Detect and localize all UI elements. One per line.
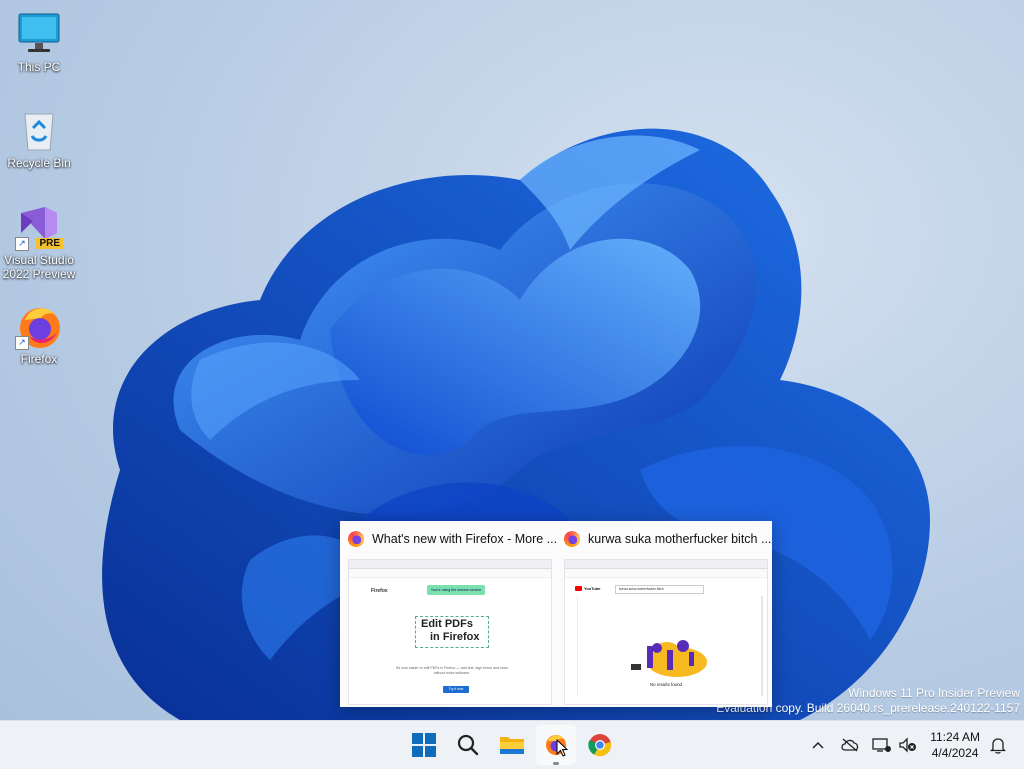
- chevron-up-icon: [812, 741, 824, 749]
- firefox-icon: ↗: [15, 302, 63, 350]
- volume-muted-icon: [899, 737, 916, 753]
- network-tray-button[interactable]: [868, 721, 894, 769]
- desktop-icon-this-pc[interactable]: This PC: [0, 10, 78, 74]
- desktop-icon-label: Visual Studio: [4, 253, 74, 267]
- volume-tray-button[interactable]: [895, 721, 921, 769]
- youtube-play-icon: [575, 586, 582, 591]
- firefox-icon: [348, 531, 364, 547]
- thumbnail-content: YouTube kurwa suka motherfucker bitch No…: [564, 559, 768, 705]
- browser-url-bar: [565, 569, 767, 578]
- window-thumbnail[interactable]: kurwa suka motherfucker bitch ... YouTub…: [556, 521, 771, 707]
- window-thumbnail[interactable]: What's new with Firefox - More ... Firef…: [340, 521, 557, 707]
- thumbnail-title: kurwa suka motherfucker bitch ...: [564, 531, 771, 547]
- search-icon: [457, 734, 479, 756]
- windows-start-icon: [412, 733, 436, 757]
- firefox-taskbar-button[interactable]: [536, 725, 576, 765]
- youtube-scrollbar: [761, 596, 763, 696]
- youtube-search-box: kurwa suka motherfucker bitch: [615, 585, 704, 594]
- page-body-text: It's now easier to edit PDFs in Firefox …: [395, 666, 509, 675]
- taskbar: 11:24 AM 4/4/2024: [0, 720, 1024, 769]
- show-hidden-icons-button[interactable]: [806, 721, 830, 769]
- recycle-bin-icon: [15, 106, 63, 154]
- desktop-icon-firefox[interactable]: ↗ Firefox: [0, 302, 78, 366]
- taskbar-thumbnail-preview: What's new with Firefox - More ... Firef…: [340, 521, 772, 707]
- start-button[interactable]: [404, 725, 444, 765]
- page-brand: Firefox: [371, 588, 388, 594]
- no-results-illustration: [631, 640, 707, 677]
- shortcut-arrow-icon: ↗: [15, 237, 29, 251]
- edit-pdf-headline-box: Edit PDFs in Firefox: [415, 616, 489, 648]
- firefox-icon: [564, 531, 580, 547]
- desktop-icon-recycle-bin[interactable]: Recycle Bin: [0, 106, 78, 170]
- thumbnail-title: What's new with Firefox - More ...: [348, 531, 557, 547]
- desktop-icon-label: This PC: [17, 60, 61, 74]
- bell-icon: [990, 738, 1006, 754]
- onedrive-tray-button[interactable]: [836, 721, 864, 769]
- youtube-brand: YouTube: [584, 586, 601, 591]
- system-clock[interactable]: 11:24 AM 4/4/2024: [930, 729, 980, 761]
- desktop-icon-label: Recycle Bin: [7, 156, 71, 170]
- thumbnail-title-text: kurwa suka motherfucker bitch ...: [588, 532, 772, 546]
- page-headline-1: Edit PDFs: [421, 618, 473, 630]
- computer-icon: [15, 10, 63, 58]
- no-results-text: No results found: [650, 682, 682, 687]
- youtube-sidebar: [565, 596, 578, 696]
- page-cta-button: Try it now: [443, 686, 469, 693]
- shortcut-arrow-icon: ↗: [15, 336, 29, 350]
- clock-time: 11:24 AM: [930, 730, 980, 744]
- browser-tab-strip: [565, 560, 767, 569]
- browser-tab-strip: [349, 560, 551, 569]
- running-indicator: [553, 762, 559, 765]
- desktop-icon-label: Firefox: [20, 352, 58, 366]
- mouse-cursor-icon: [556, 739, 568, 757]
- thumbnail-content: Firefox You're using the newest version …: [348, 559, 552, 705]
- browser-url-bar: [349, 569, 551, 578]
- chrome-icon: [588, 734, 612, 757]
- search-button[interactable]: [448, 725, 488, 765]
- notification-center-button[interactable]: [986, 721, 1010, 769]
- youtube-logo: YouTube: [575, 586, 601, 591]
- page-banner: You're using the newest version: [427, 585, 485, 595]
- file-explorer-icon: [500, 737, 524, 754]
- network-icon: [872, 738, 891, 752]
- visual-studio-icon: PRE ↗: [15, 203, 63, 251]
- desktop-icon-visual-studio[interactable]: PRE ↗ Visual Studio 2022 Preview: [0, 203, 78, 281]
- thumbnail-title-text: What's new with Firefox - More ...: [372, 532, 558, 546]
- file-explorer-button[interactable]: [492, 725, 532, 765]
- onedrive-icon: [841, 738, 859, 752]
- clock-date: 4/4/2024: [931, 746, 979, 760]
- preview-badge: PRE: [36, 238, 63, 249]
- chrome-taskbar-button[interactable]: [580, 725, 620, 765]
- page-headline-2: in Firefox: [430, 631, 480, 643]
- desktop-icon-label-line2: 2022 Preview: [2, 267, 76, 281]
